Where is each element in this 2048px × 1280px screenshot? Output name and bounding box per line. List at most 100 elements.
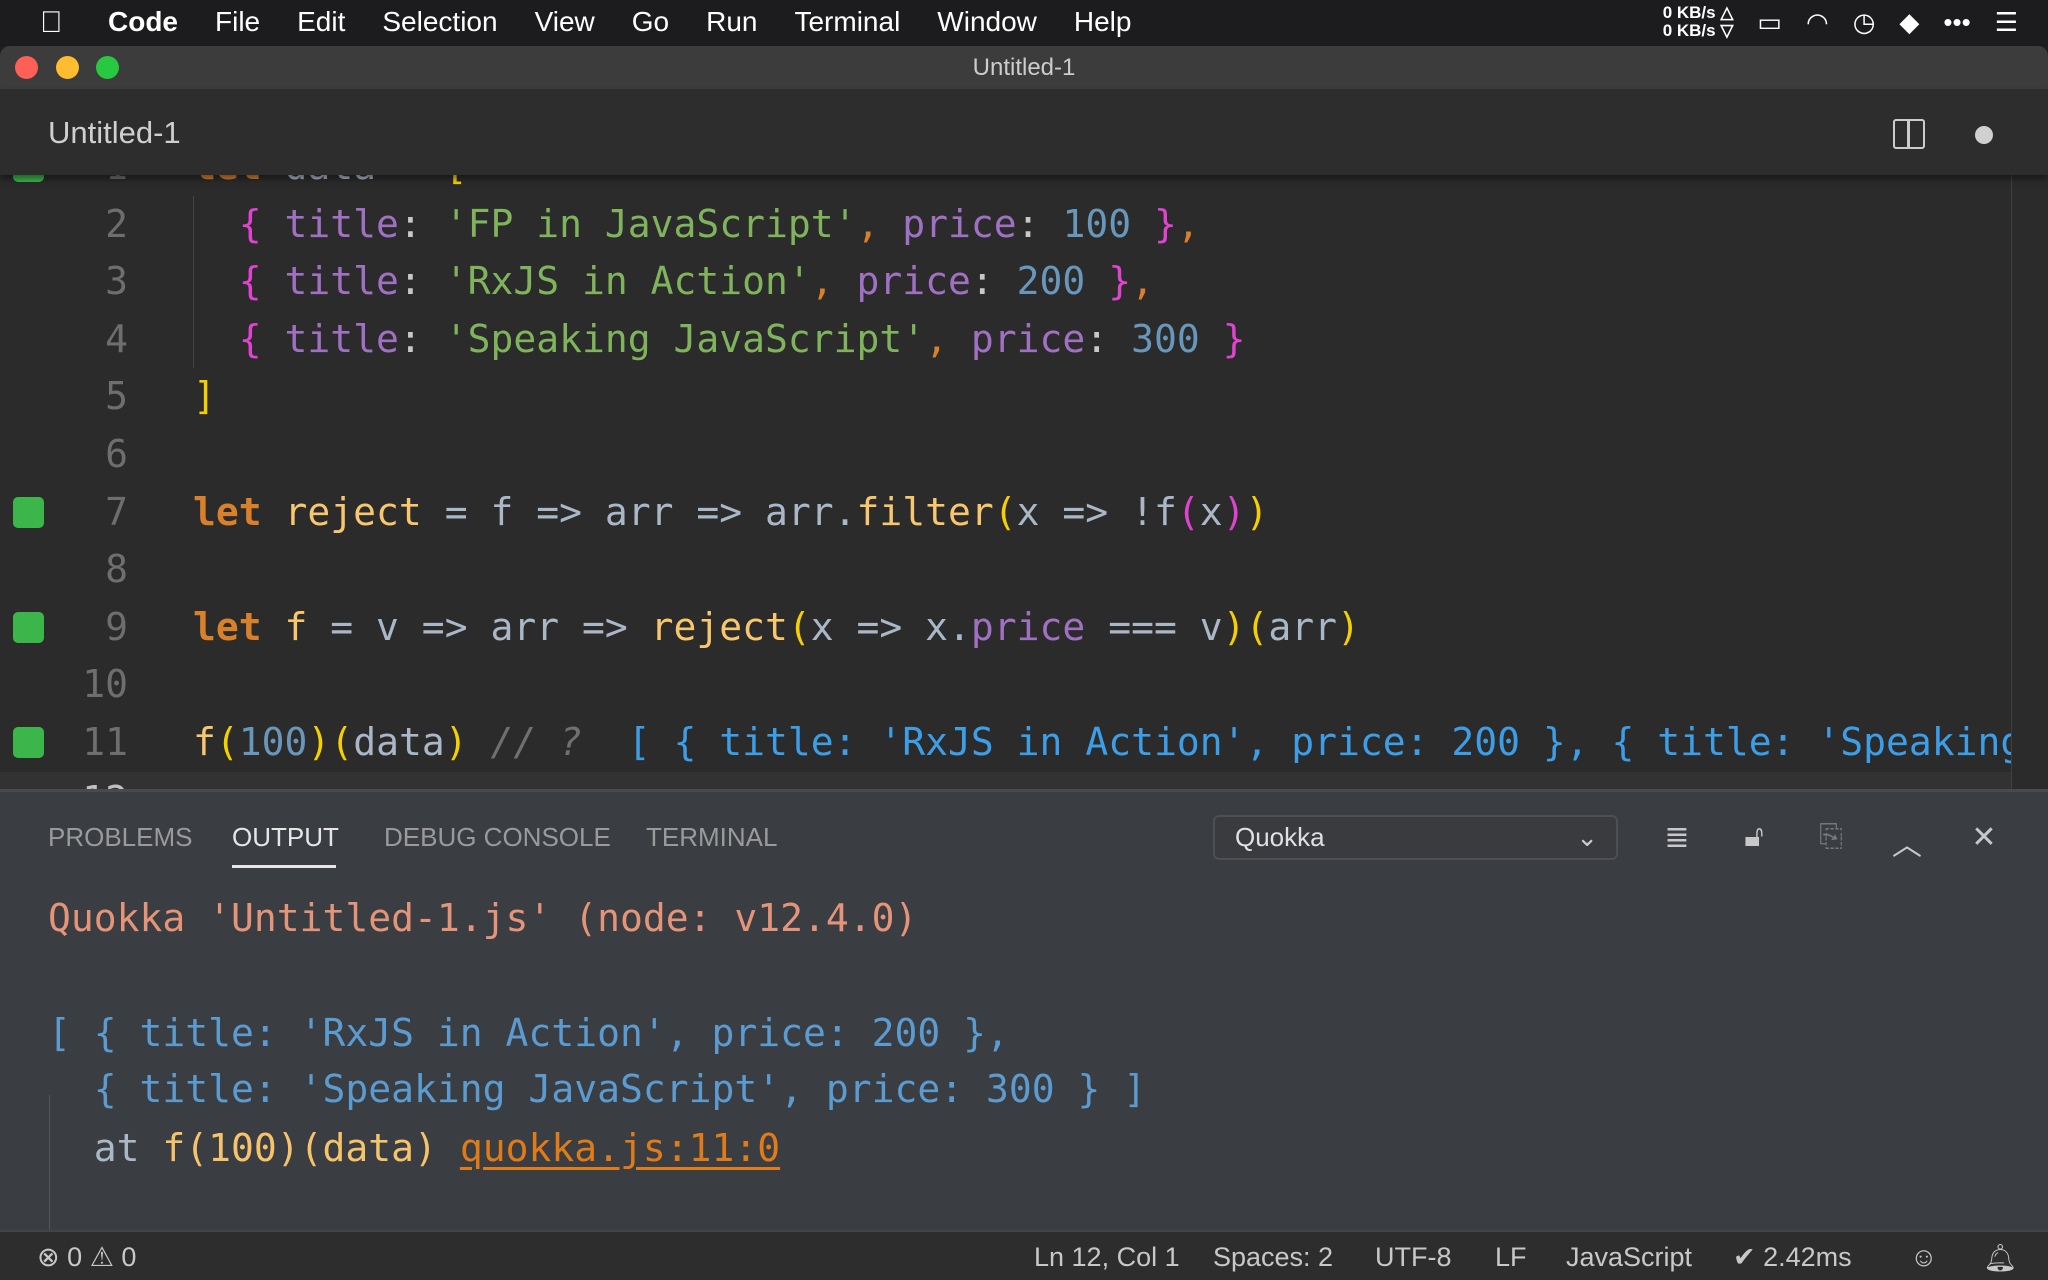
minimize-window-button[interactable] [56,56,79,79]
code-token: title [261,316,399,361]
menu-view[interactable]: View [535,6,595,38]
tab-problems[interactable]: PROBLEMS [48,822,193,853]
code-text: let f = v => arr => reject(x => x.price … [193,599,1360,657]
code-token: : [398,259,445,304]
battery-icon[interactable]: ▭ [1757,7,1782,38]
code-text: let data = [ [193,175,468,196]
code-editor[interactable]: 1let data = [2 { title: 'FP in JavaScrip… [0,175,2011,789]
output-header: Quokka 'Untitled-1.js' (node: v12.4.0) [48,896,918,940]
split-editor-icon[interactable] [1893,119,1925,149]
line-number: 6 [105,431,128,476]
window-title: Untitled-1 [972,54,1076,81]
output-channel-select[interactable]: Quokka ⌄ [1213,815,1618,860]
code-token: , [856,201,903,246]
menu-selection[interactable]: Selection [382,6,497,38]
code-token: ( [215,719,239,764]
code-line[interactable]: 9 let f = v => arr => reject(x => x.price… [0,599,2011,657]
tab-output[interactable]: OUTPUT [232,822,339,853]
code-line[interactable]: 6 [0,426,2011,484]
tab-terminal[interactable]: TERMINAL [646,822,777,853]
maximize-panel-icon[interactable]: ︿ [1887,820,1927,864]
indentation[interactable]: Spaces: 2 [1213,1242,1333,1273]
code-token: arr [1268,604,1338,649]
code-token: ) [307,719,331,764]
wifi-icon[interactable]: ◠ [1806,7,1829,38]
code-token: ] [193,374,216,419]
code-token: ) [1222,489,1246,534]
line-number: 11 [82,719,128,764]
code-token: x => !f [1016,489,1177,534]
code-token: : [398,316,445,361]
problems-status[interactable]: ⊗ 0 ⚠ 0 [37,1242,136,1273]
tab-untitled-1[interactable]: Untitled-1 [48,115,181,151]
code-line[interactable]: 12 [0,771,2011,789]
code-text: f(100)(data) // ? [ { title: 'RxJS in Ac… [193,714,2011,772]
line-number: 9 [105,604,128,649]
code-line[interactable]: 7 let reject = f => arr => arr.filter(x =… [0,484,2011,542]
app-tray-icon[interactable]: ◆ [1899,7,1919,38]
code-line[interactable]: 10 [0,656,2011,714]
code-token: { [238,201,262,246]
code-line[interactable]: 5] [0,368,2011,426]
output-stack-line: at f(100)(data) quokka.js:11:0 [48,1126,781,1170]
code-token: 'RxJS in Action' [444,259,811,304]
menu-terminal[interactable]: Terminal [794,6,900,38]
unsaved-dot-icon[interactable] [1975,126,1993,144]
code-token: f [284,604,308,649]
cursor-position[interactable]: Ln 12, Col 1 [1034,1242,1180,1273]
end-of-line[interactable]: LF [1495,1242,1527,1273]
code-line[interactable]: 1 let data = [ [0,175,2011,196]
more-icon[interactable]: ••• [1943,7,1970,38]
code-line[interactable]: 2 { title: 'FP in JavaScript', price: 10… [0,195,2011,254]
line-number: 5 [105,374,128,419]
zoom-window-button[interactable] [96,56,119,79]
warning-icon: ⚠ [89,1242,114,1272]
menu-go[interactable]: Go [632,6,669,38]
menu-edit[interactable]: Edit [297,6,345,38]
quokka-status[interactable]: ✔ 2.42ms [1733,1242,1852,1273]
title-bar: Untitled-1 [0,46,2048,89]
code-line[interactable]: 11 f(100)(data) // ? [ { title: 'RxJS in … [0,714,2011,772]
notification-center-icon[interactable]: ☰ [1995,7,2018,38]
bottom-panel: PROBLEMS OUTPUT DEBUG CONSOLE TERMINAL Q… [0,789,2048,1258]
code-token: [ [445,175,468,188]
open-log-icon[interactable]: ⎘ [1811,820,1851,854]
code-text: ] [193,368,216,426]
encoding[interactable]: UTF-8 [1375,1242,1452,1273]
language-mode[interactable]: JavaScript [1566,1242,1692,1273]
code-line[interactable]: 8 [0,541,2011,599]
clock-icon[interactable]: ◷ [1853,7,1876,38]
code-token: { [238,259,262,304]
code-token: } [1085,259,1132,304]
code-token: ( [993,489,1017,534]
active-tab-underline [232,865,336,868]
code-token: 100 [238,719,308,764]
close-panel-icon[interactable]: ✕ [1964,820,2004,855]
code-line[interactable]: 3 { title: 'RxJS in Action', price: 200 … [0,253,2011,311]
bell-icon[interactable]: 🔔︎ [1983,1242,2017,1274]
network-monitor[interactable]: 0 KB/s △ 0 KB/s ▽ [1663,4,1734,40]
code-line[interactable]: 4 { title: 'Speaking JavaScript', price:… [0,310,2011,369]
menu-window[interactable]: Window [937,6,1037,38]
line-number: 7 [105,489,128,534]
code-token: x [1199,489,1223,534]
apple-menu-icon[interactable]:  [40,6,63,40]
editor-scrollbar[interactable] [2011,175,2012,789]
code-token: = v => arr => [307,604,651,649]
close-window-button[interactable] [15,56,38,79]
menu-run[interactable]: Run [706,6,757,38]
chevron-down-icon: ⌄ [1576,822,1598,852]
menu-help[interactable]: Help [1074,6,1132,38]
tab-debug-console[interactable]: DEBUG CONSOLE [384,822,611,853]
menu-file[interactable]: File [215,6,260,38]
clear-output-icon[interactable]: ≣ [1657,820,1697,855]
source-link[interactable]: quokka.js:11:0 [460,1126,780,1170]
code-token: ) [444,719,468,764]
line-number: 8 [105,547,128,592]
feedback-icon[interactable]: ☺ [1910,1242,1938,1273]
menu-code[interactable]: Code [108,6,178,38]
lock-scroll-icon[interactable]: 🔓︎ [1734,820,1774,854]
